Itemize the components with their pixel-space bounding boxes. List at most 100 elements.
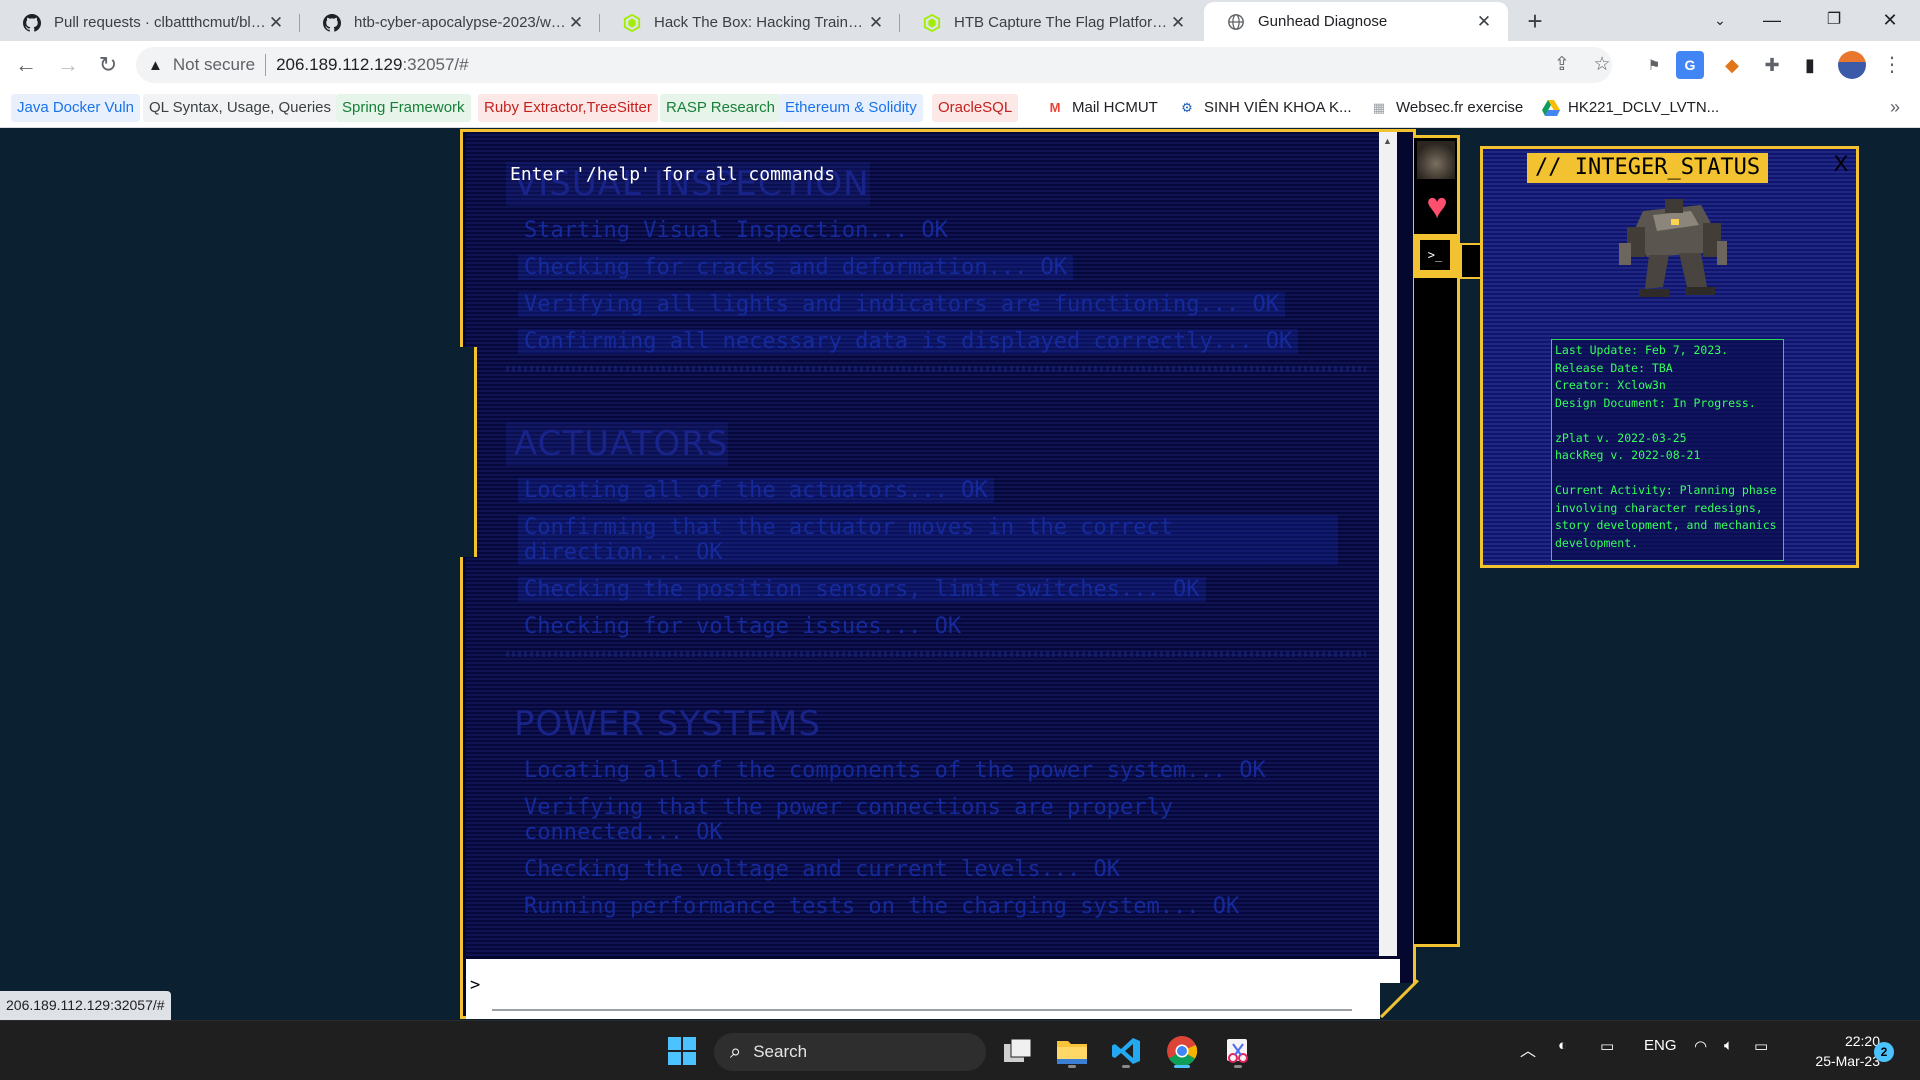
- display-icon[interactable]: ▭: [1600, 1037, 1614, 1055]
- warning-triangle-icon[interactable]: ▲: [148, 57, 163, 74]
- bookmark-ql-syntax[interactable]: QL Syntax, Usage, Queries: [143, 94, 338, 122]
- bookmark-rasp-research[interactable]: RASP Research: [660, 94, 781, 122]
- reload-button[interactable]: ↻: [92, 49, 124, 81]
- bookmark-java-docker-vuln[interactable]: Java Docker Vuln: [11, 94, 140, 122]
- command-input[interactable]: >: [466, 959, 1400, 1019]
- close-icon[interactable]: ✕: [1168, 13, 1188, 33]
- diagnostic-line: Running performance tests on the chargin…: [524, 894, 1240, 919]
- language-indicator[interactable]: ENG: [1644, 1037, 1677, 1054]
- forward-button[interactable]: →: [52, 49, 84, 81]
- section-heading: POWER SYSTEMS: [514, 704, 821, 744]
- power-systems-section: POWER SYSTEMS Locating all of the compon…: [506, 702, 1366, 919]
- share-icon[interactable]: ⇪: [1546, 49, 1578, 81]
- bookmark-mail-hcmut[interactable]: M Mail HCMUT: [1040, 94, 1164, 122]
- tab-search-chevron-icon[interactable]: ⌄: [1694, 0, 1746, 41]
- bookmark-manager-icon[interactable]: ⚑: [1640, 51, 1668, 79]
- bookmark-spring-framework[interactable]: Spring Framework: [336, 94, 471, 122]
- wifi-icon[interactable]: ◠: [1694, 1037, 1707, 1055]
- profile-avatar[interactable]: [1838, 51, 1866, 79]
- address-bar[interactable]: ▲ Not secure 206.189.112.129:32057/#: [136, 47, 1612, 83]
- diagnostic-line: Starting Visual Inspection... OK: [524, 218, 948, 243]
- bookmark-websec[interactable]: ▦ Websec.fr exercise: [1364, 94, 1529, 122]
- globe-icon: [1226, 12, 1246, 32]
- bookmark-ruby-extractor[interactable]: Ruby Extractor,TreeSitter: [478, 94, 658, 122]
- terminal-icon: >_: [1420, 240, 1450, 270]
- close-icon[interactable]: ✕: [1474, 12, 1494, 32]
- volume-muted-icon[interactable]: 🔈︎: [1724, 1037, 1733, 1054]
- menu-kebab-icon[interactable]: ⋮: [1876, 49, 1908, 81]
- section-divider: [506, 651, 1366, 657]
- show-hidden-icons-chevron-icon[interactable]: ︿: [1520, 1037, 1536, 1061]
- close-icon[interactable]: ✕: [866, 13, 886, 33]
- section-divider: [506, 366, 1366, 372]
- url-path: :32057/#: [402, 55, 469, 74]
- terminal-scrollbar[interactable]: ▲: [1379, 132, 1397, 956]
- close-icon[interactable]: ✕: [566, 13, 586, 33]
- active-indicator: [1174, 1065, 1190, 1068]
- tab-title: Hack The Box: Hacking Training F: [654, 14, 866, 31]
- chrome-icon[interactable]: [1162, 1031, 1202, 1071]
- browser-tab[interactable]: HTB Capture The Flag Platform | I ✕: [900, 4, 1202, 41]
- metamask-fox-icon[interactable]: ◆: [1718, 51, 1746, 79]
- minimize-button[interactable]: —: [1746, 0, 1798, 41]
- translate-extension-icon[interactable]: G: [1676, 51, 1704, 79]
- browser-tab[interactable]: htb-cyber-apocalypse-2023/web ✕: [300, 4, 600, 41]
- snipping-tool-icon[interactable]: [1218, 1031, 1258, 1071]
- bookmark-label: Websec.fr exercise: [1396, 99, 1524, 116]
- search-label: Search: [753, 1042, 808, 1061]
- terminal-screen: Enter '/help' for all commands VISUAL IN…: [466, 132, 1397, 956]
- browser-tab[interactable]: Hack The Box: Hacking Training F ✕: [600, 4, 900, 41]
- diagnostic-line: Checking the position sensors, limit swi…: [518, 577, 1206, 602]
- side-panel-icon[interactable]: ▮: [1796, 51, 1824, 79]
- bookmark-sinh-vien[interactable]: ⚙ SINH VIÊN KHOA K...: [1172, 94, 1358, 122]
- close-icon[interactable]: X: [1830, 153, 1852, 175]
- github-icon: [22, 13, 42, 33]
- tab-title: htb-cyber-apocalypse-2023/web: [354, 14, 566, 31]
- github-icon: [322, 13, 342, 33]
- tab-title: Pull requests · clbattthcmut/blog: [54, 14, 266, 31]
- browser-toolbar: ← → ↻ ▲ Not secure 206.189.112.129:32057…: [0, 41, 1920, 89]
- headset-icon[interactable]: ◐: [1558, 1037, 1567, 1054]
- bookmark-oraclesql[interactable]: OracleSQL: [932, 94, 1019, 122]
- system-clock[interactable]: 22:20 25-Mar-23: [1790, 1031, 1880, 1071]
- bookmark-hk221[interactable]: HK221_DCLV_LVTN...: [1536, 94, 1725, 122]
- taskbar-search-box[interactable]: ⌕ Search: [714, 1033, 986, 1071]
- file-explorer-icon[interactable]: [1052, 1031, 1092, 1071]
- task-view-icon[interactable]: [998, 1031, 1038, 1071]
- bookmark-ethereum-solidity[interactable]: Ethereum & Solidity: [779, 94, 923, 122]
- running-indicator: [1122, 1065, 1130, 1068]
- input-caret: >: [470, 975, 481, 995]
- running-indicator: [1234, 1065, 1242, 1068]
- more-bookmarks-chevron-icon[interactable]: »: [1890, 97, 1900, 118]
- restore-button[interactable]: ❐: [1808, 0, 1860, 41]
- browser-tab-active[interactable]: Gunhead Diagnose ✕: [1204, 2, 1508, 41]
- mech-avatar-icon[interactable]: [1417, 141, 1455, 179]
- diagnostic-line: Confirming all necessary data is display…: [518, 329, 1299, 354]
- close-icon[interactable]: ✕: [266, 13, 286, 33]
- link-status-url: 206.189.112.129:32057/#: [0, 991, 171, 1020]
- windows-start-icon[interactable]: [662, 1031, 702, 1071]
- window-close-button[interactable]: ✕: [1864, 0, 1916, 41]
- scroll-up-arrow-icon[interactable]: ▲: [1383, 136, 1392, 146]
- command-nav-button[interactable]: >_: [1414, 234, 1457, 278]
- browser-tab[interactable]: Pull requests · clbattthcmut/blog ✕: [0, 4, 300, 41]
- vscode-icon[interactable]: [1106, 1031, 1146, 1071]
- diagnostic-line: Checking for voltage issues... OK: [524, 614, 962, 639]
- diagnostic-line: Checking for cracks and deformation... O…: [518, 255, 1074, 280]
- extensions-puzzle-icon[interactable]: ✚: [1758, 51, 1786, 79]
- tab-title: HTB Capture The Flag Platform | I: [954, 14, 1168, 31]
- url-host: 206.189.112.129: [276, 55, 403, 74]
- notification-badge[interactable]: 2: [1874, 1042, 1894, 1062]
- htb-icon: [622, 13, 642, 33]
- clock-time: 22:20: [1844, 1033, 1880, 1049]
- section-heading: ACTUATORS: [506, 422, 729, 466]
- side-nav: ♥ >_: [1414, 135, 1460, 947]
- new-tab-button[interactable]: +: [1520, 6, 1550, 36]
- bookmark-label: OracleSQL: [938, 99, 1013, 116]
- diagnostic-line: Verifying that the power connections are…: [524, 795, 1174, 845]
- heart-icon[interactable]: ♥: [1419, 188, 1455, 224]
- bookmark-star-icon[interactable]: ☆: [1586, 49, 1618, 81]
- battery-icon[interactable]: ▭: [1754, 1037, 1768, 1055]
- browser-tab-strip: Pull requests · clbattthcmut/blog ✕ htb-…: [0, 0, 1920, 41]
- back-button[interactable]: ←: [10, 49, 42, 81]
